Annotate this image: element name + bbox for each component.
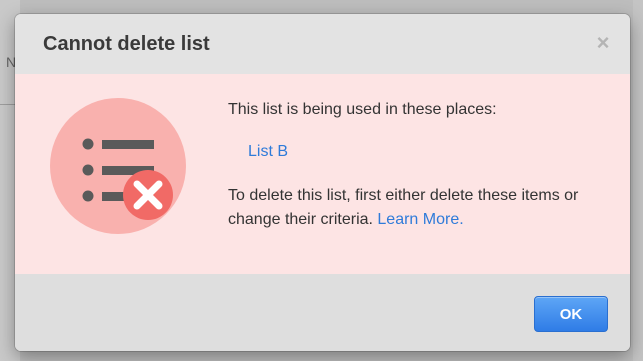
usage-list-item: List B bbox=[248, 140, 608, 164]
close-icon[interactable]: × bbox=[592, 31, 614, 55]
usage-list: List B bbox=[248, 140, 608, 164]
ok-button[interactable]: OK bbox=[534, 296, 608, 332]
list-with-error-icon bbox=[50, 98, 186, 234]
dialog-message: This list is being used in these places:… bbox=[228, 98, 608, 232]
cannot-delete-dialog: Cannot delete list × This list is being … bbox=[15, 14, 630, 351]
page-background-right bbox=[633, 0, 643, 361]
instructions-text: To delete this list, first either delete… bbox=[228, 184, 608, 232]
learn-more-link[interactable]: Learn More. bbox=[377, 211, 463, 228]
dialog-footer: OK bbox=[15, 274, 630, 351]
usage-intro-text: This list is being used in these places: bbox=[228, 101, 497, 118]
dialog-body: This list is being used in these places:… bbox=[15, 74, 630, 274]
usage-link-list-b[interactable]: List B bbox=[248, 143, 288, 160]
dialog-title: Cannot delete list bbox=[43, 33, 210, 55]
dialog-header: Cannot delete list × bbox=[15, 14, 630, 74]
